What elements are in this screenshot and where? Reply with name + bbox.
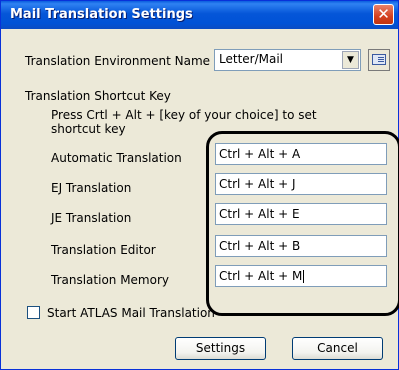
window-title: Mail Translation Settings bbox=[10, 7, 193, 22]
je-translation-label: JE Translation bbox=[51, 211, 132, 225]
close-button[interactable]: ✕ bbox=[373, 4, 394, 25]
settings-button[interactable]: Settings bbox=[175, 337, 266, 360]
text-cursor bbox=[303, 270, 305, 283]
translation-memory-label: Translation Memory bbox=[51, 273, 170, 287]
translation-memory-value: Ctrl + Alt + M bbox=[219, 269, 303, 283]
ej-translation-label: EJ Translation bbox=[51, 181, 132, 195]
ej-translation-field[interactable]: Ctrl + Alt + J bbox=[215, 173, 387, 195]
options-icon bbox=[372, 54, 386, 65]
start-atlas-checkbox[interactable] bbox=[27, 306, 40, 319]
shortcut-section-label: Translation Shortcut Key bbox=[25, 89, 171, 103]
start-atlas-label: Start ATLAS Mail Translation bbox=[47, 306, 215, 320]
automatic-translation-label: Automatic Translation bbox=[51, 151, 182, 165]
cancel-button[interactable]: Cancel bbox=[292, 337, 383, 360]
translation-editor-label: Translation Editor bbox=[51, 243, 156, 257]
environment-label: Translation Environment Name bbox=[25, 54, 211, 68]
close-icon: ✕ bbox=[377, 5, 390, 23]
environment-value: Letter/Mail bbox=[219, 52, 284, 66]
environment-select[interactable]: Letter/Mail ▼ bbox=[214, 49, 361, 71]
environment-options-button[interactable] bbox=[368, 49, 390, 71]
shortcut-hint-line2: shortcut key bbox=[51, 122, 126, 136]
title-bar[interactable]: Mail Translation Settings ✕ bbox=[1, 1, 398, 29]
shortcut-hint-line1: Press Crtl + Alt + [key of your choice] … bbox=[51, 108, 317, 122]
dialog-window: Mail Translation Settings ✕ Translation … bbox=[0, 0, 399, 370]
translation-editor-field[interactable]: Ctrl + Alt + B bbox=[215, 235, 387, 257]
translation-memory-field[interactable]: Ctrl + Alt + M bbox=[215, 265, 387, 287]
je-translation-field[interactable]: Ctrl + Alt + E bbox=[215, 203, 387, 225]
chevron-down-icon[interactable]: ▼ bbox=[342, 51, 359, 69]
automatic-translation-field[interactable]: Ctrl + Alt + A bbox=[215, 143, 387, 165]
